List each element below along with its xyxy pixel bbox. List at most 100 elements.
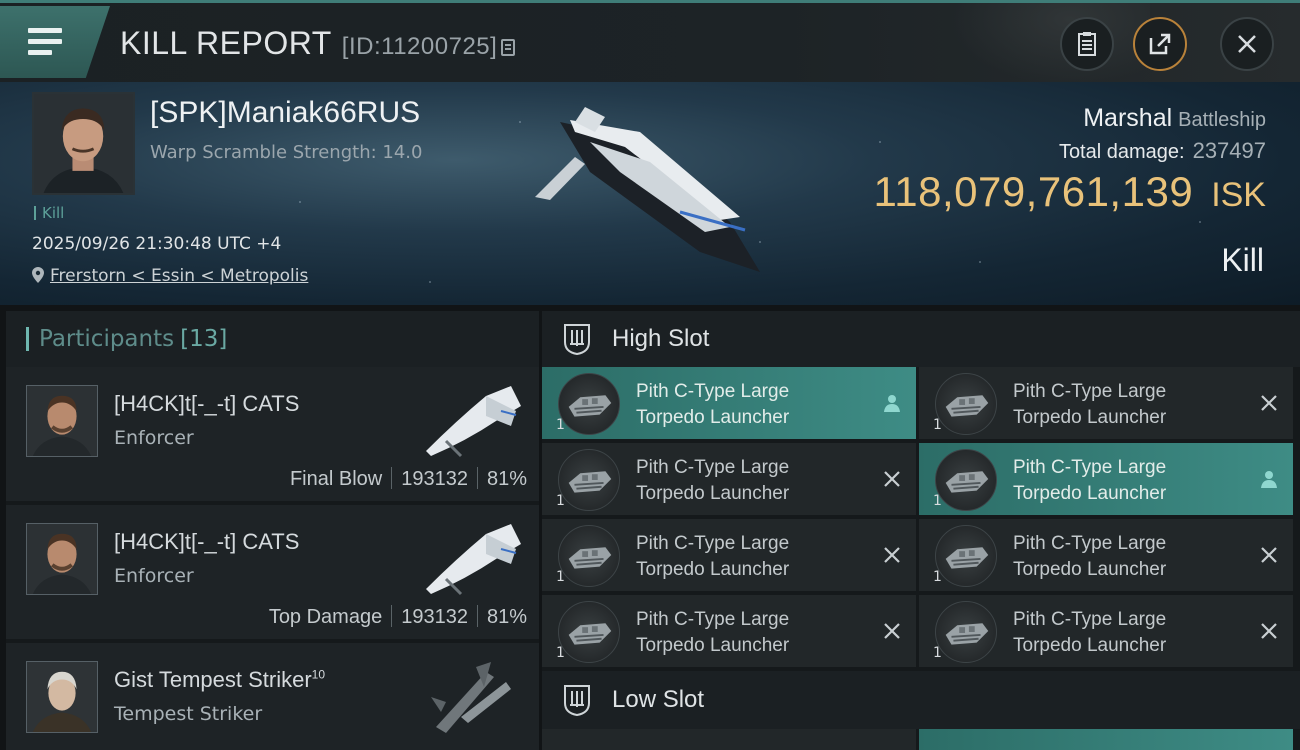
item-quantity: 1	[933, 493, 942, 509]
menu-icon	[28, 28, 62, 33]
fitting-panel[interactable]: High Slot 1 Pith C-Type Large Torpedo Laun…	[542, 311, 1300, 750]
torpedo-launcher-icon	[935, 373, 997, 435]
participant-name[interactable]: [H4CK]t[-_-t] CATS	[114, 391, 299, 417]
slot-item[interactable]: 1 Pith C-Type Large Torpedo Launcher	[919, 443, 1293, 515]
destroyed-x-icon	[884, 547, 900, 563]
menu-button[interactable]	[0, 6, 110, 78]
victim-summary: [SPK]Maniak66RUS Warp Scramble Strength:…	[0, 82, 1300, 305]
destroyed-x-icon	[1261, 547, 1277, 563]
participant-percent: 81%	[486, 468, 527, 490]
slot-item[interactable]: 1 Pith C-Type Large Torpedo Launcher	[542, 443, 916, 515]
location-link[interactable]: Frerstorn < Essin < Metropolis	[50, 266, 308, 286]
isk-amount: 118,079,761,139	[873, 168, 1194, 215]
item-quantity: 1	[933, 569, 942, 585]
participant-damage: 193132	[401, 468, 468, 490]
slot-item[interactable]: 1 Pith C-Type Large Torpedo Launcher	[542, 519, 916, 591]
ship-type: Battleship	[1178, 109, 1266, 131]
ship-name[interactable]: Marshal	[1083, 104, 1172, 132]
item-name-line: Torpedo Launcher	[636, 407, 790, 428]
participant-ship-image	[426, 524, 521, 596]
notes-button[interactable]	[1060, 17, 1114, 71]
report-id: [ID:11200725]	[341, 33, 498, 60]
item-name: Pith C-Type Large Torpedo Launcher	[636, 531, 789, 583]
dropped-person-icon	[1261, 471, 1277, 488]
destroyed-x-icon	[1261, 395, 1277, 411]
item-name-line: Torpedo Launcher	[636, 559, 790, 580]
participant-row[interactable]: Gist Tempest Striker10 Tempest Striker	[6, 643, 539, 750]
total-damage-label: Total damage:	[1058, 141, 1185, 163]
page-title: KILL REPORT [ID:11200725]	[120, 25, 516, 62]
participant-stats: Final Blow 193132 81%	[290, 467, 527, 491]
low-slot-header: Low Slot	[542, 671, 1300, 729]
header-accent	[26, 327, 29, 351]
victim-name[interactable]: [SPK]Maniak66RUS	[150, 96, 420, 130]
divider	[391, 467, 393, 489]
torpedo-launcher-icon	[935, 449, 997, 511]
slot-item[interactable]: 1 Pith C-Type Large Torpedo Launcher	[542, 367, 916, 439]
low-slot-icon	[564, 685, 590, 717]
low-slot-item-partial[interactable]	[542, 729, 916, 750]
item-name-line: Pith C-Type Large	[1013, 609, 1167, 630]
destroyed-x-icon	[1261, 623, 1277, 639]
menu-icon-bar	[28, 50, 52, 55]
item-name-line: Torpedo Launcher	[1013, 407, 1167, 428]
avatar[interactable]	[26, 385, 98, 457]
divider	[476, 467, 478, 489]
torpedo-launcher-icon	[558, 373, 620, 435]
item-name: Pith C-Type Large Torpedo Launcher	[636, 607, 789, 659]
item-name-line: Pith C-Type Large	[1013, 457, 1167, 478]
location-pin-icon	[32, 267, 44, 283]
slot-item[interactable]: 1 Pith C-Type Large Torpedo Launcher	[919, 595, 1293, 667]
torpedo-launcher-icon	[935, 601, 997, 663]
high-slot-icon	[564, 324, 590, 356]
item-quantity: 1	[933, 417, 942, 433]
copy-icon[interactable]	[501, 39, 516, 56]
item-quantity: 1	[556, 417, 565, 433]
participant-damage: 193132	[401, 606, 468, 628]
clipboard-icon	[1078, 32, 1096, 56]
item-quantity: 1	[556, 493, 565, 509]
destroyed-x-icon	[884, 471, 900, 487]
total-damage: Total damage: 237497	[1059, 138, 1266, 164]
outcome-label: Kill	[1221, 242, 1264, 278]
item-quantity: 1	[556, 645, 565, 661]
item-name-line: Torpedo Launcher	[636, 635, 790, 656]
close-icon	[1238, 35, 1256, 53]
slot-item[interactable]: 1 Pith C-Type Large Torpedo Launcher	[542, 595, 916, 667]
share-button[interactable]	[1133, 17, 1187, 71]
high-slot-title: High Slot	[612, 325, 710, 352]
participant-row[interactable]: [H4CK]t[-_-t] CATS Enforcer Top Damage 19…	[6, 505, 539, 639]
participants-panel[interactable]: Participants [13] [H4CK]t[-_-t] CATS Enf…	[6, 311, 539, 750]
header-decoration	[950, 3, 1150, 85]
participant-role: Final Blow	[289, 468, 383, 490]
item-name-line: Torpedo Launcher	[1013, 483, 1167, 504]
slot-item[interactable]: 1 Pith C-Type Large Torpedo Launcher	[919, 519, 1293, 591]
item-name-line: Torpedo Launcher	[1013, 635, 1167, 656]
item-name-line: Pith C-Type Large	[636, 381, 790, 402]
dropped-person-icon	[884, 395, 900, 412]
item-name-line: Pith C-Type Large	[1013, 381, 1167, 402]
participant-ship-image	[426, 386, 521, 458]
header-bar: KILL REPORT [ID:11200725]	[0, 0, 1300, 85]
kill-location: Frerstorn < Essin < Metropolis	[32, 266, 308, 286]
avatar[interactable]	[26, 661, 98, 733]
item-name: Pith C-Type Large Torpedo Launcher	[1013, 531, 1166, 583]
item-name: Pith C-Type Large Torpedo Launcher	[636, 379, 789, 431]
participants-count: [13]	[180, 326, 228, 352]
torpedo-launcher-icon	[558, 601, 620, 663]
item-name: Pith C-Type Large Torpedo Launcher	[1013, 455, 1166, 507]
destroyed-x-icon	[884, 623, 900, 639]
slot-item[interactable]: 1 Pith C-Type Large Torpedo Launcher	[919, 367, 1293, 439]
avatar[interactable]	[26, 523, 98, 595]
share-icon	[1149, 33, 1171, 55]
participant-name[interactable]: Gist Tempest Striker10	[114, 667, 325, 693]
participant-row[interactable]: [H4CK]t[-_-t] CATS Enforcer Final Blow 19…	[6, 367, 539, 501]
low-slot-item-partial[interactable]	[919, 729, 1293, 750]
participant-ship: Enforcer	[114, 565, 194, 587]
victim-ship-image[interactable]	[530, 102, 790, 282]
item-name-line: Torpedo Launcher	[636, 483, 790, 504]
kill-tag: Kill	[34, 204, 64, 222]
victim-portrait[interactable]	[32, 92, 135, 195]
close-button[interactable]	[1220, 17, 1274, 71]
participant-name[interactable]: [H4CK]t[-_-t] CATS	[114, 529, 299, 555]
